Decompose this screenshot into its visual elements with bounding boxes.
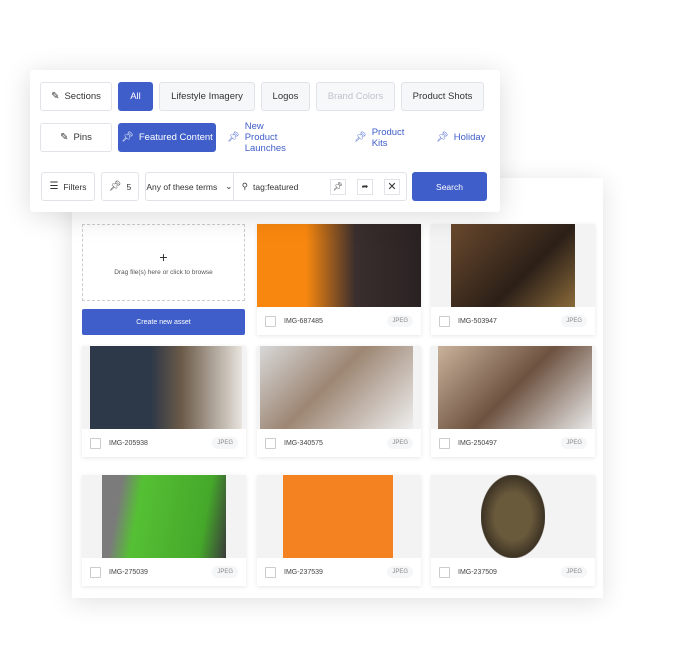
search-input[interactable] (253, 181, 325, 192)
file-type-badge: JPEG (387, 437, 413, 449)
asset-image (283, 475, 393, 558)
asset-thumbnail[interactable] (257, 475, 421, 558)
asset-image (438, 346, 592, 429)
asset-thumbnail[interactable] (431, 346, 595, 429)
asset-thumbnail[interactable] (257, 346, 421, 429)
plus-icon: + (159, 249, 168, 265)
search-button[interactable]: Search (412, 172, 487, 201)
asset-checkbox[interactable] (265, 315, 276, 327)
asset-image (102, 475, 226, 558)
asset-checkbox[interactable] (265, 566, 276, 578)
asset-thumbnail[interactable] (257, 224, 421, 307)
pins-button[interactable]: ✎ Pins (40, 123, 112, 152)
asset-checkbox[interactable] (439, 315, 450, 327)
asset-name: IMG-687485 (284, 317, 323, 325)
pin-icon: 📌︎ (108, 180, 122, 192)
asset-thumbnail[interactable] (82, 475, 246, 558)
asset-card[interactable]: IMG-275039 JPEG (82, 475, 246, 586)
pin-new-product-launches[interactable]: 📌︎ New Product Launches (227, 121, 286, 154)
tab-lifestyle-imagery[interactable]: Lifestyle Imagery (159, 82, 255, 111)
pin-icon: 📌︎ (354, 131, 367, 143)
asset-card[interactable]: IMG-503947 JPEG (431, 224, 595, 335)
file-type-badge: JPEG (561, 315, 587, 327)
tab-all[interactable]: All (118, 82, 153, 111)
file-type-badge: JPEG (212, 566, 238, 578)
pin-product-kits[interactable]: 📌︎ Product Kits (354, 123, 404, 152)
asset-name: IMG-237509 (458, 568, 497, 576)
pin-icon: 📌︎ (227, 131, 240, 143)
asset-thumbnail[interactable] (431, 475, 595, 558)
asset-checkbox[interactable] (265, 437, 276, 449)
pencil-icon: ✎ (51, 90, 60, 102)
asset-image (257, 224, 421, 307)
asset-checkbox[interactable] (90, 566, 101, 578)
asset-name: IMG-503947 (458, 317, 497, 325)
sliders-icon: ☰ (49, 180, 59, 192)
asset-checkbox[interactable] (439, 437, 450, 449)
asset-thumbnail[interactable] (82, 346, 246, 429)
tab-brand-colors[interactable]: Brand Colors (316, 82, 395, 111)
create-new-asset-button[interactable]: Create new asset (82, 309, 245, 335)
tab-product-shots[interactable]: Product Shots (401, 82, 484, 111)
pencil-icon: ✎ (60, 131, 69, 143)
asset-image (260, 346, 413, 429)
asset-name: IMG-237539 (284, 568, 323, 576)
file-type-badge: JPEG (212, 437, 238, 449)
asset-checkbox[interactable] (90, 437, 101, 449)
asset-card[interactable]: IMG-237509 JPEG (431, 475, 595, 586)
file-type-badge: JPEG (387, 315, 413, 327)
close-icon: ✕ (387, 181, 397, 193)
asset-card[interactable]: IMG-250497 JPEG (431, 346, 595, 457)
asset-card[interactable]: IMG-687485 JPEG (257, 224, 421, 335)
pin-search-button[interactable]: 📌︎ (330, 178, 346, 195)
file-type-badge: JPEG (561, 566, 587, 578)
file-type-badge: JPEG (561, 437, 587, 449)
asset-card[interactable]: IMG-205938 JPEG (82, 346, 246, 457)
pin-holiday[interactable]: 📌︎ Holiday (436, 123, 485, 152)
match-mode-select[interactable]: Any of these terms ⌄ (146, 173, 234, 200)
asset-card[interactable]: IMG-340575 JPEG (257, 346, 421, 457)
pin-icon: 📌︎ (121, 131, 134, 143)
asset-image (451, 224, 575, 307)
file-type-badge: JPEG (387, 566, 413, 578)
pin-icon: 📌︎ (332, 182, 344, 191)
search-bar: Any of these terms⌄ ⚲ 📌︎ ➦ ✕ (145, 172, 407, 201)
clear-button[interactable]: ✕ (384, 178, 400, 195)
upload-dropzone[interactable]: + Drag file(s) here or click to browse (82, 224, 245, 301)
pin-count-button[interactable]: 📌︎ 5 (101, 172, 139, 201)
asset-checkbox[interactable] (439, 566, 450, 578)
share-button[interactable]: ➦ (357, 178, 373, 195)
asset-thumbnail[interactable] (431, 224, 595, 307)
chevron-down-icon: ⌄ (225, 181, 233, 191)
search-icon: ⚲ (241, 181, 248, 191)
asset-card[interactable]: IMG-237539 JPEG (257, 475, 421, 586)
asset-name: IMG-250497 (458, 439, 497, 447)
asset-name: IMG-275039 (109, 568, 148, 576)
tab-logos[interactable]: Logos (261, 82, 310, 111)
asset-name: IMG-205938 (109, 439, 148, 447)
asset-name: IMG-340575 (284, 439, 323, 447)
asset-image (481, 475, 545, 558)
pin-icon: 📌︎ (436, 131, 449, 143)
filters-button[interactable]: ☰ Filters (41, 172, 95, 201)
share-icon: ➦ (361, 182, 369, 191)
asset-image (90, 346, 242, 429)
sections-button[interactable]: ✎ Sections (40, 82, 112, 111)
pin-featured-content[interactable]: 📌︎ Featured Content (118, 123, 216, 152)
